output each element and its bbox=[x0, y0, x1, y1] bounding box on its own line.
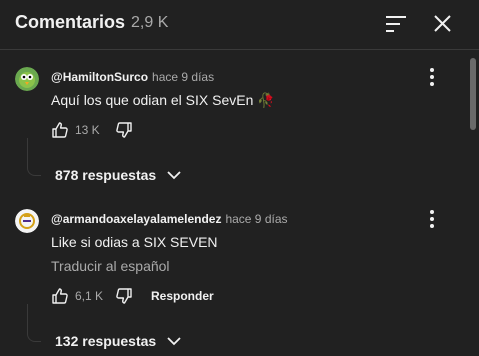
scrollbar-thumb[interactable] bbox=[470, 58, 476, 130]
thumbs-down-icon[interactable] bbox=[115, 287, 133, 305]
comments-title: Comentarios bbox=[15, 12, 126, 32]
reply-button[interactable]: Responder bbox=[151, 289, 214, 303]
close-button[interactable] bbox=[430, 12, 456, 36]
comments-header: Comentarios 2,9 K bbox=[0, 0, 479, 50]
thumbs-up-icon[interactable] bbox=[51, 287, 69, 305]
comment-time: hace 9 días bbox=[225, 212, 288, 226]
thumbs-down-icon[interactable] bbox=[115, 121, 133, 139]
comment-meta: @armandoaxelayalamelendez hace 9 días bbox=[51, 212, 288, 226]
replies-toggle[interactable]: 132 respuestas bbox=[55, 331, 182, 351]
green-bird-avatar bbox=[15, 67, 39, 91]
sort-button[interactable] bbox=[383, 12, 409, 36]
replies-count: 132 respuestas bbox=[55, 333, 157, 349]
close-icon bbox=[434, 15, 451, 32]
replies-toggle[interactable]: 878 respuestas bbox=[55, 165, 182, 185]
like-count: 6,1 K bbox=[75, 289, 104, 303]
thumbs-up-icon[interactable] bbox=[51, 121, 69, 139]
comment-time: hace 9 días bbox=[152, 70, 215, 84]
chevron-down-icon bbox=[167, 337, 181, 346]
comment-actions: 6,1 K Responder bbox=[51, 286, 214, 306]
more-options-button[interactable] bbox=[426, 67, 438, 87]
comment-meta: @HamiltonSurco hace 9 días bbox=[51, 70, 214, 84]
avatar[interactable] bbox=[15, 67, 39, 91]
translate-link[interactable]: Traducir al español bbox=[51, 258, 170, 274]
comment-text: Like si odias a SIX SEVEN bbox=[51, 234, 218, 250]
more-options-button[interactable] bbox=[426, 209, 438, 229]
comment-actions: 13 K bbox=[51, 120, 133, 140]
kebab-icon bbox=[430, 68, 434, 86]
comment-author[interactable]: @HamiltonSurco bbox=[51, 70, 148, 84]
comments-count: 2,9 K bbox=[131, 14, 169, 31]
thread-line bbox=[27, 138, 41, 176]
comment-author[interactable]: @armandoaxelayalamelendez bbox=[51, 212, 221, 226]
chevron-down-icon bbox=[167, 171, 181, 180]
kebab-icon bbox=[430, 210, 434, 228]
like-count: 13 K bbox=[75, 123, 100, 137]
sort-icon bbox=[386, 16, 406, 32]
thread-line bbox=[27, 304, 41, 342]
avatar[interactable] bbox=[15, 209, 39, 233]
comment-text: Aquí los que odian el SIX SevEn 🥀 bbox=[51, 92, 275, 108]
crest-avatar bbox=[15, 209, 39, 233]
replies-count: 878 respuestas bbox=[55, 167, 157, 183]
